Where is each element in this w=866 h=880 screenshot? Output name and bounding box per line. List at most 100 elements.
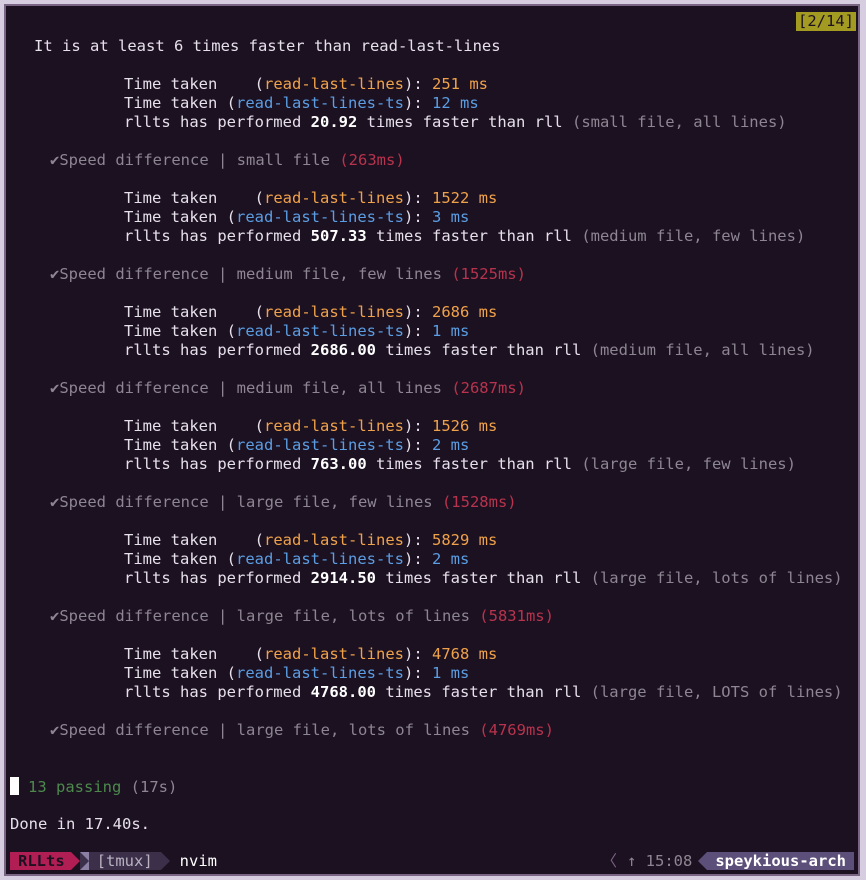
status-left: RLLts [tmux] nvim: [10, 852, 225, 870]
ms-unit: ms: [450, 208, 470, 226]
performed-prefix: rllts has performed: [124, 341, 302, 359]
hostname: speykious-arch: [707, 852, 854, 870]
time-label: Time taken: [124, 94, 218, 112]
terminal-window: [2/14] It is at least 6 times faster tha…: [4, 4, 860, 876]
test-duration: (263ms): [339, 151, 405, 169]
intro-line: It is at least 6 times faster than read-…: [34, 37, 501, 55]
performed-suffix: times faster than rll: [385, 341, 582, 359]
rll-name: read-last-lines: [264, 75, 404, 93]
test-result-line: ✔Speed difference | medium file, few lin…: [50, 265, 526, 284]
test-duration: (1525ms): [451, 265, 526, 283]
test-name: small file: [236, 151, 330, 169]
performed-suffix: times faster than rll: [385, 683, 582, 701]
performed-suffix: times faster than rll: [376, 227, 572, 245]
performance-line: rllts has performed 20.92 times faster t…: [124, 113, 787, 132]
ms-unit: ms: [450, 436, 470, 454]
scenario: (medium file, all lines): [590, 341, 815, 359]
summary-line: 13 passing (17s): [10, 777, 177, 796]
test-result-line: ✔Speed difference | large file, few line…: [50, 493, 517, 512]
rll-time: 1522: [431, 189, 470, 207]
clock-time: 15:08: [645, 852, 693, 870]
performed-suffix: times faster than rll: [366, 113, 563, 131]
rllts-name: read-last-lines-ts: [236, 208, 404, 226]
performance-line: rllts has performed 2914.50 times faster…: [124, 569, 843, 588]
time-label: Time taken: [124, 75, 218, 93]
rllts-name: read-last-lines-ts: [236, 322, 404, 340]
powerline-separator-icon: [160, 852, 170, 870]
rll-time: 251: [431, 75, 460, 93]
powerline-separator-icon: [79, 852, 89, 870]
time-label: Time taken: [124, 303, 218, 321]
rll-time: 1526: [431, 417, 470, 435]
rllts-name: read-last-lines-ts: [236, 94, 404, 112]
checkmark-icon: ✔: [50, 151, 60, 169]
performance-line: rllts has performed 507.33 times faster …: [124, 227, 805, 246]
test-result-line: ✔Speed difference | medium file, all lin…: [50, 379, 526, 398]
test-prefix: Speed difference |: [59, 493, 237, 511]
ms-unit: ms: [450, 664, 470, 682]
time-label: Time taken: [124, 322, 218, 340]
rllts-time: 2: [431, 436, 442, 454]
window-nvim[interactable]: nvim: [170, 852, 225, 870]
rll-time: 4768: [431, 645, 470, 663]
window-tmux[interactable]: [tmux]: [88, 852, 161, 870]
scenario: (large file, LOTS of lines): [590, 683, 843, 701]
performance-line: rllts has performed 763.00 times faster …: [124, 455, 796, 474]
rll-name: read-last-lines: [264, 645, 404, 663]
speed-factor: 763.00: [310, 455, 367, 473]
ms-unit: ms: [450, 550, 470, 568]
test-prefix: Speed difference |: [59, 379, 237, 397]
rllts-name: read-last-lines-ts: [236, 550, 404, 568]
performed-prefix: rllts has performed: [124, 683, 302, 701]
test-duration: (5831ms): [479, 607, 554, 625]
test-name: large file, lots of lines: [236, 607, 470, 625]
ms-unit: ms: [478, 645, 498, 663]
rllts-time: 2: [431, 550, 442, 568]
rll-name: read-last-lines: [264, 417, 404, 435]
test-duration: (4769ms): [479, 721, 554, 739]
rllts-name: read-last-lines-ts: [236, 436, 404, 454]
speed-factor: 20.92: [310, 113, 358, 131]
rll-name: read-last-lines: [264, 189, 404, 207]
checkmark-icon: ✔: [50, 607, 60, 625]
time-label: Time taken: [124, 664, 218, 682]
ms-unit: ms: [478, 189, 498, 207]
time-rllts-line: Time taken (read-last-lines-ts): 3 ms: [124, 208, 470, 226]
session-name[interactable]: RLLts: [10, 852, 71, 870]
time-rll-line: Time taken (read-last-lines): 5829 ms: [124, 531, 498, 549]
done-line: Done in 17.40s.: [10, 815, 150, 833]
test-prefix: Speed difference |: [59, 607, 237, 625]
ms-unit: ms: [469, 75, 488, 93]
rllts-time: 12: [431, 94, 451, 112]
test-result-line: ✔Speed difference | large file, lots of …: [50, 721, 554, 740]
passing-count: 13 passing: [28, 778, 122, 796]
time-label: Time taken: [124, 550, 218, 568]
rll-name: read-last-lines: [264, 531, 404, 549]
test-duration: (2687ms): [451, 379, 526, 397]
test-result-line: ✔Speed difference | large file, lots of …: [50, 607, 554, 626]
chevron-left-icon: 〈: [601, 852, 617, 870]
speed-factor: 507.33: [310, 227, 367, 245]
test-name: large file, few lines: [236, 493, 433, 511]
ms-unit: ms: [478, 303, 498, 321]
test-result-line: ✔Speed difference | small file (263ms): [50, 151, 405, 170]
test-duration: (1528ms): [441, 493, 517, 511]
time-rllts-line: Time taken (read-last-lines-ts): 2 ms: [124, 436, 470, 454]
test-name: medium file, all lines: [236, 379, 442, 397]
arrow-up-icon: ↑: [626, 852, 637, 870]
test-name: medium file, few lines: [236, 265, 442, 283]
ms-unit: ms: [478, 417, 498, 435]
time-label: Time taken: [124, 189, 218, 207]
checkmark-icon: ✔: [50, 265, 60, 283]
rll-time: 2686: [431, 303, 470, 321]
performance-line: rllts has performed 4768.00 times faster…: [124, 683, 843, 702]
clock: ↑ 15:08: [621, 852, 698, 870]
test-prefix: Speed difference |: [59, 151, 237, 169]
time-rll-line: Time taken (read-last-lines): 4768 ms: [124, 645, 498, 663]
checkmark-icon: ✔: [50, 721, 60, 739]
status-right: 〈 ↑ 15:08 speykious-arch: [597, 852, 854, 870]
rll-time: 5829: [431, 531, 470, 549]
speed-factor: 4768.00: [310, 683, 376, 701]
test-name: large file, lots of lines: [236, 721, 470, 739]
test-prefix: Speed difference |: [59, 265, 237, 283]
